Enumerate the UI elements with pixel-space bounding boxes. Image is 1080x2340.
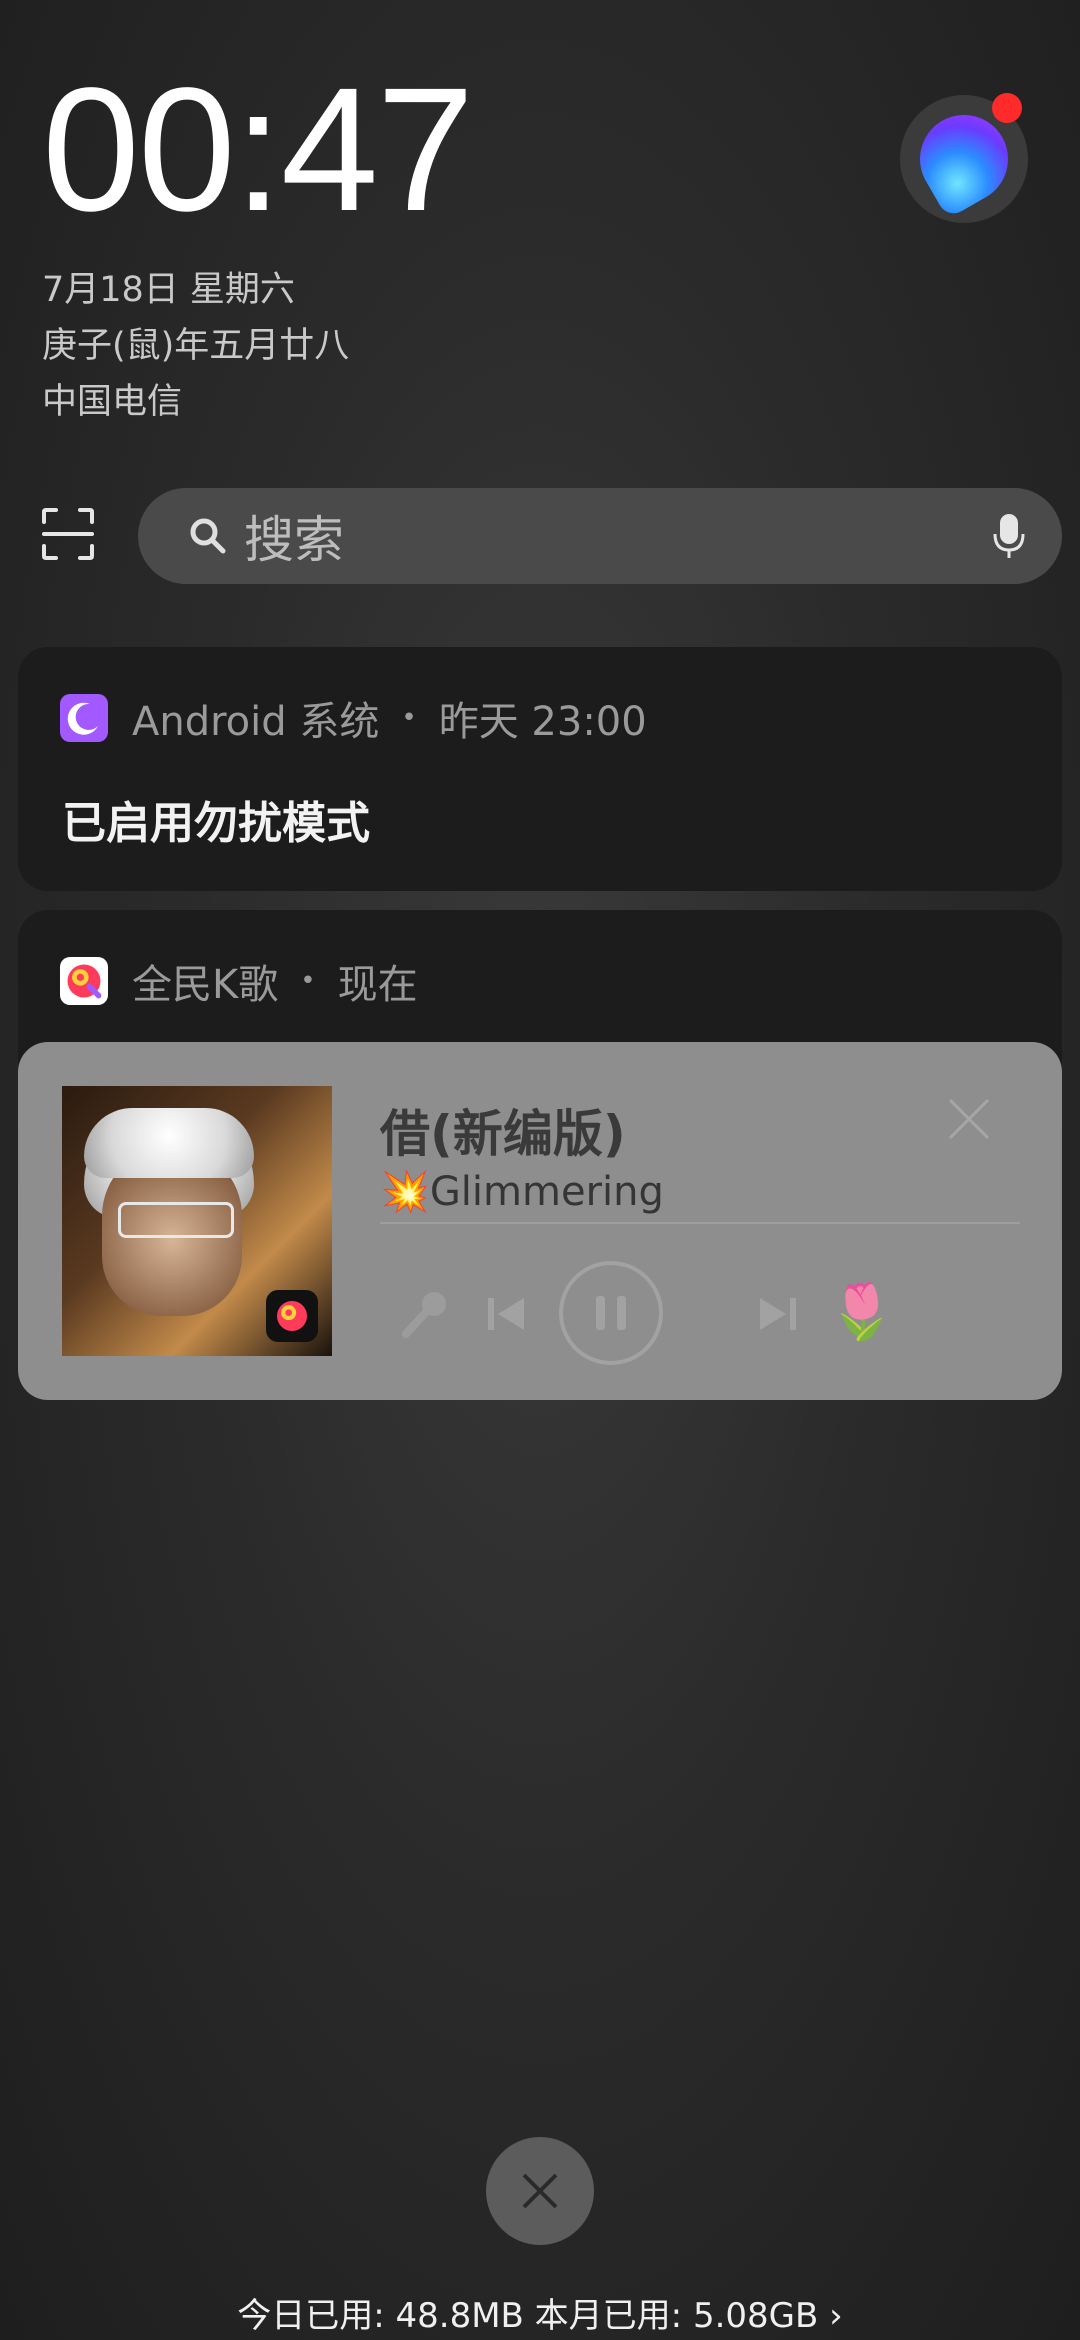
- search-bar[interactable]: 搜索: [138, 488, 1062, 584]
- flower-gift-icon[interactable]: 🌷: [828, 1280, 895, 1344]
- song-title: 借(新编版): [380, 1105, 626, 1163]
- next-icon[interactable]: [756, 1292, 800, 1336]
- assistant-button[interactable]: [900, 93, 1028, 223]
- separator-dot: •: [401, 703, 417, 733]
- moon-icon: [60, 694, 108, 742]
- player-divider: [380, 1222, 1020, 1224]
- notification-message: 已启用勿扰模式: [62, 798, 370, 849]
- album-art-hair-top: [84, 1108, 254, 1178]
- close-icon: [522, 2173, 558, 2209]
- clock-time: 00:47: [42, 52, 474, 248]
- notification-header: 全民K歌 • 现在: [60, 952, 418, 1010]
- date-lunar: 庚子(鼠)年五月廿八: [42, 326, 350, 366]
- artist-emoji: 💥: [380, 1169, 430, 1215]
- notification-app-name: 全民K歌: [132, 962, 279, 1008]
- search-placeholder: 搜索: [244, 511, 344, 569]
- chevron-right-icon: ›: [829, 2296, 843, 2336]
- artist-name: Glimmering: [429, 1168, 664, 1215]
- data-usage-link[interactable]: 今日已用: 48.8MB 本月已用: 5.08GB ›: [0, 2288, 1080, 2337]
- separator-dot: •: [300, 966, 316, 996]
- data-usage-text: 今日已用: 48.8MB 本月已用: 5.08GB: [237, 2296, 819, 2336]
- notification-dot: [992, 93, 1022, 123]
- previous-icon[interactable]: [484, 1292, 528, 1336]
- clear-notifications-button[interactable]: [486, 2137, 594, 2245]
- notification-time: 昨天 23:00: [438, 699, 647, 745]
- notification-dnd[interactable]: Android 系统 • 昨天 23:00 已启用勿扰模式: [18, 647, 1062, 891]
- search-icon: [190, 518, 226, 554]
- mic-icon[interactable]: [992, 512, 1026, 560]
- carrier-name: 中国电信: [42, 382, 183, 422]
- scan-icon[interactable]: [40, 506, 96, 562]
- karaoke-badge-icon: [266, 1290, 318, 1342]
- notification-time: 现在: [337, 962, 418, 1008]
- date-info: 7月18日 星期六 庚子(鼠)年五月廿八 中国电信: [42, 262, 349, 430]
- microphone-icon[interactable]: [400, 1288, 452, 1340]
- player-controls: 🌷: [380, 1258, 1020, 1368]
- karaoke-app-icon: [60, 957, 108, 1005]
- notification-header: Android 系统 • 昨天 23:00: [60, 689, 647, 747]
- close-icon[interactable]: [946, 1096, 992, 1142]
- album-art[interactable]: [62, 1086, 332, 1356]
- music-player[interactable]: 借(新编版) 💥 Glimmering 🌷: [18, 1042, 1062, 1400]
- date-gregorian: 7月18日 星期六: [42, 270, 295, 310]
- notification-app-name: Android 系统: [132, 699, 380, 745]
- song-artist: 💥 Glimmering: [380, 1168, 664, 1216]
- album-art-glasses: [118, 1202, 234, 1238]
- pause-icon[interactable]: [556, 1258, 666, 1368]
